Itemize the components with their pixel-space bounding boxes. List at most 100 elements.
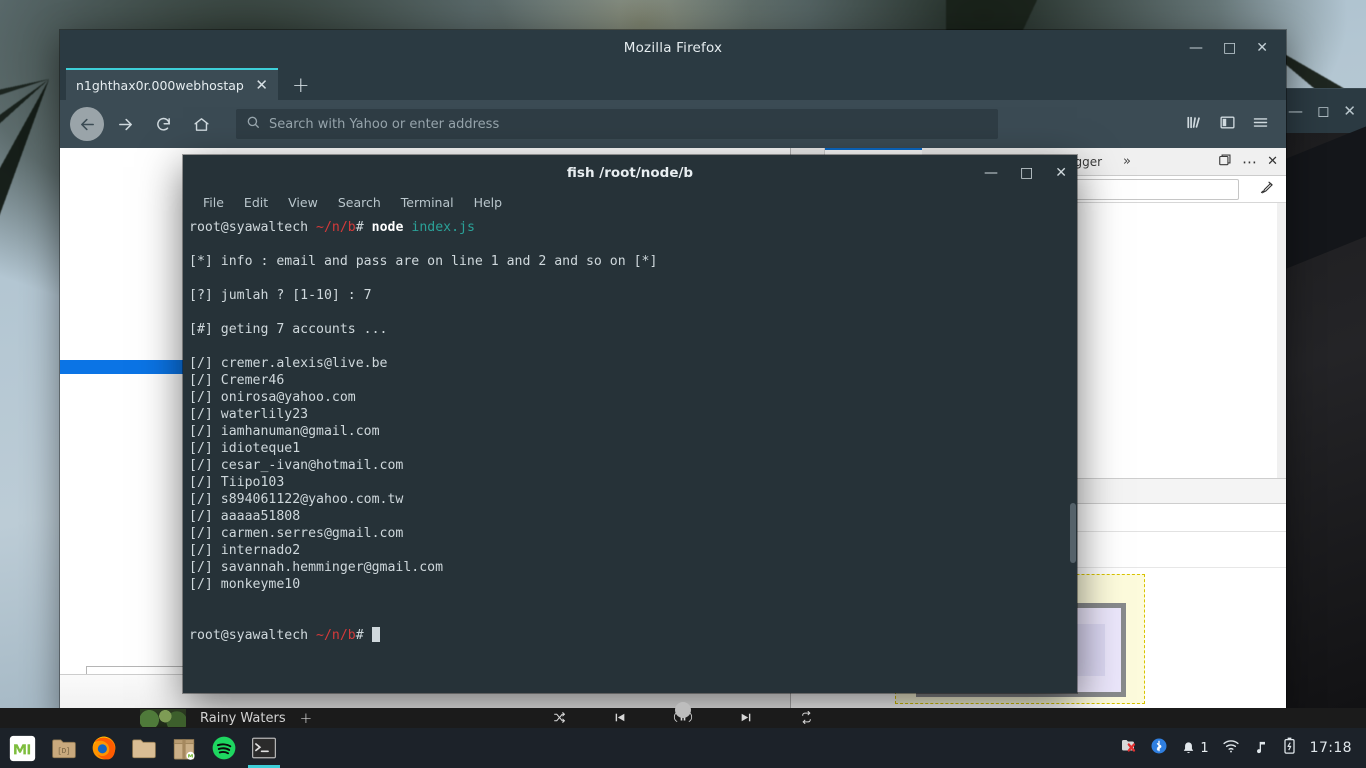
close-icon[interactable]: ✕: [251, 76, 272, 94]
shuffle-icon[interactable]: [552, 709, 567, 728]
search-icon: [246, 115, 260, 133]
now-playing-title: Rainy Waters: [200, 710, 286, 726]
prompt-user-host: root@syawaltech: [189, 220, 309, 235]
terminal-close-icon[interactable]: ✕: [1055, 166, 1067, 180]
menu-file[interactable]: File: [193, 195, 234, 210]
terminal-scrollbar-thumb[interactable]: [1070, 503, 1076, 563]
terminal-titlebar: fish /root/node/b — □ ✕: [183, 155, 1077, 191]
address-bar-placeholder: Search with Yahoo or enter address: [269, 116, 500, 132]
battery-icon[interactable]: [1282, 737, 1297, 759]
terminal-output-line: [/] Tiipo103: [189, 475, 285, 490]
taskbar-item-software-manager[interactable]: [164, 728, 204, 768]
seek-handle[interactable]: [675, 701, 691, 718]
prompt-hash-2: #: [355, 628, 364, 643]
terminal-output-line: [/] cesar_-ivan@hotmail.com: [189, 458, 404, 473]
taskbar-item-firefox[interactable]: [84, 728, 124, 768]
system-tray: 1 17:18: [1119, 737, 1366, 759]
terminal-output-line: [/] internado2: [189, 543, 301, 558]
media-controls: [552, 701, 814, 728]
prompt-path-2: ~/n/b: [316, 628, 356, 643]
media-player-bar: Rainy Waters +: [0, 701, 1366, 728]
terminal-final-prompt-line: root@syawaltech ~/n/b#: [185, 627, 1077, 644]
firefox-maximize-icon[interactable]: □: [1223, 41, 1236, 55]
background-window[interactable]: — ◻ ✕: [1265, 88, 1366, 708]
terminal-window[interactable]: fish /root/node/b — □ ✕ File Edit View S…: [183, 155, 1077, 693]
markup-scrollbar-track[interactable]: [1277, 203, 1286, 478]
menu-edit[interactable]: Edit: [234, 195, 278, 210]
start-menu-button[interactable]: [0, 728, 44, 768]
update-manager-icon[interactable]: [1119, 737, 1137, 759]
taskbar-item-files-dark[interactable]: [D]: [44, 728, 84, 768]
album-art: [140, 709, 186, 727]
firefox-tabstrip: n1ghthax0r.000webhostapp.com/ ✕ +: [60, 66, 1286, 100]
bgwindow-close-icon[interactable]: ✕: [1343, 102, 1356, 120]
terminal-output-line: [/] cremer.alexis@live.be: [189, 356, 388, 371]
terminal-output-line: [#] geting 7 accounts ...: [189, 322, 388, 337]
previous-icon[interactable]: [613, 709, 627, 728]
terminal-maximize-icon[interactable]: □: [1020, 166, 1033, 180]
taskbar: [D] 1 17:18: [0, 728, 1366, 768]
taskbar-item-file-manager[interactable]: [124, 728, 164, 768]
firefox-titlebar: Mozilla Firefox — □ ✕: [60, 30, 1286, 66]
wifi-icon[interactable]: [1222, 738, 1240, 758]
add-to-library-button[interactable]: +: [300, 709, 313, 727]
clock[interactable]: 17:18: [1310, 740, 1352, 756]
terminal-output-line: [/] onirosa@yahoo.com: [189, 390, 356, 405]
terminal-menubar: File Edit View Search Terminal Help: [183, 191, 1077, 213]
prompt-hash: #: [355, 220, 364, 235]
devtools-toolbar-actions: ⋯ ✕: [1218, 152, 1286, 171]
new-tab-button[interactable]: +: [278, 70, 324, 100]
menu-view[interactable]: View: [278, 195, 328, 210]
terminal-output-line: [/] savannah.hemminger@gmail.com: [189, 560, 444, 575]
devtools-close-icon[interactable]: ✕: [1267, 154, 1278, 169]
next-icon[interactable]: [739, 709, 753, 728]
devtools-overflow-button[interactable]: »: [1113, 154, 1141, 169]
taskbar-item-spotify[interactable]: [204, 728, 244, 768]
repeat-icon[interactable]: [799, 709, 814, 728]
terminal-scrollbar[interactable]: [1067, 213, 1077, 693]
terminal-command-arg: index.js: [411, 220, 475, 235]
menu-search[interactable]: Search: [328, 195, 391, 210]
firefox-navbar-right: [1185, 114, 1276, 135]
firefox-minimize-icon[interactable]: —: [1189, 41, 1203, 55]
menu-help[interactable]: Help: [464, 195, 513, 210]
terminal-cursor: [371, 627, 380, 642]
terminal-minimize-icon[interactable]: —: [984, 166, 998, 180]
library-icon[interactable]: [1185, 114, 1204, 135]
address-bar[interactable]: Search with Yahoo or enter address: [236, 109, 998, 139]
terminal-output-line: [/] waterlily23: [189, 407, 309, 422]
back-button[interactable]: [70, 107, 104, 141]
terminal-output-line: [/] Cremer46: [189, 373, 285, 388]
prompt-user-host-2: root@syawaltech: [189, 628, 309, 643]
terminal-command-bin: node: [371, 220, 404, 235]
taskbar-item-terminal[interactable]: [244, 728, 284, 768]
home-button[interactable]: [184, 107, 218, 141]
dock-icon[interactable]: [1218, 152, 1232, 171]
bgwindow-minimize-icon[interactable]: —: [1288, 102, 1303, 120]
browser-tab[interactable]: n1ghthax0r.000webhostapp.com/ ✕: [66, 68, 278, 100]
menu-terminal[interactable]: Terminal: [391, 195, 464, 210]
sidebar-icon[interactable]: [1218, 114, 1237, 135]
menu-icon[interactable]: [1251, 114, 1270, 135]
sound-icon[interactable]: [1253, 738, 1269, 759]
firefox-close-icon[interactable]: ✕: [1256, 41, 1268, 55]
terminal-output-line: [?] jumlah ? [1-10] : 7: [189, 288, 372, 303]
devtools-more-icon[interactable]: ⋯: [1242, 153, 1257, 171]
terminal-window-controls: — □ ✕: [984, 155, 1067, 191]
bluetooth-icon[interactable]: [1150, 737, 1168, 759]
notifications-icon[interactable]: 1: [1181, 740, 1209, 756]
terminal-output-line: [*] info : email and pass are on line 1 …: [189, 254, 658, 269]
forward-button[interactable]: [108, 107, 142, 141]
eyedropper-icon[interactable]: [1247, 180, 1286, 199]
reload-button[interactable]: [146, 107, 180, 141]
terminal-output-line: [/] aaaaa51808: [189, 509, 301, 524]
notifications-count: 1: [1200, 740, 1209, 756]
terminal-output[interactable]: root@syawaltech ~/n/b# node index.js [*]…: [183, 213, 1077, 693]
bgwindow-maximize-icon[interactable]: ◻: [1317, 102, 1329, 120]
firefox-navbar: Search with Yahoo or enter address: [60, 100, 1286, 148]
background-window-titlebar: — ◻ ✕: [1273, 89, 1366, 133]
